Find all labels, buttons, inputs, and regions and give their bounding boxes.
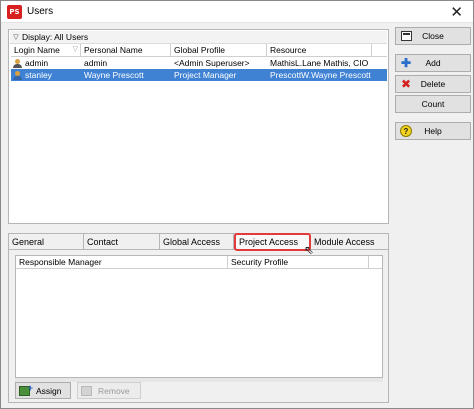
tab-contact[interactable]: Contact	[84, 234, 160, 250]
close-button[interactable]: Close	[395, 27, 471, 45]
tab-global-access[interactable]: Global Access	[160, 234, 234, 250]
help-button[interactable]: ? Help	[395, 122, 471, 140]
global-profile-cell: Project Manager	[174, 70, 237, 80]
tab-project-access[interactable]: Project Access ⇖	[234, 233, 314, 257]
count-button[interactable]: Count	[395, 95, 471, 113]
tab-bar: General Contact Global Access Project Ac…	[9, 233, 388, 257]
app-logo-icon: PS	[7, 5, 22, 19]
assign-button[interactable]: Assign	[15, 382, 71, 399]
project-access-header: Responsible Manager Security Profile	[16, 256, 382, 269]
users-table-header: Login Name ▽ Personal Name Global Profil…	[11, 44, 387, 57]
table-row[interactable]: admin admin <Admin Superuser> MathisL.La…	[11, 57, 387, 69]
login-cell: stanley	[11, 69, 81, 81]
users-list-panel: ▽ Display: All Users Login Name ▽ Person…	[8, 29, 389, 224]
column-header-security-profile[interactable]: Security Profile	[228, 256, 369, 268]
delete-button[interactable]: ✖ Delete	[395, 75, 471, 93]
add-button[interactable]: ✚ Add	[395, 54, 471, 72]
column-header-resource[interactable]: Resource	[267, 44, 372, 56]
user-icon	[13, 70, 22, 80]
login-cell: admin	[11, 57, 81, 69]
user-details-panel: General Contact Global Access Project Ac…	[8, 233, 389, 403]
users-window: PS Users ✕ ▽ Display: All Users Login Na…	[0, 0, 474, 409]
assign-icon	[19, 383, 33, 396]
column-header-personal-name[interactable]: Personal Name	[81, 44, 171, 56]
column-header-login-name[interactable]: Login Name ▽	[11, 44, 81, 56]
global-profile-cell: <Admin Superuser>	[174, 58, 250, 68]
window-title: Users	[27, 6, 54, 17]
personal-name-cell: admin	[84, 58, 108, 68]
plus-icon: ✚	[400, 56, 412, 70]
title-bar: PS Users ✕	[1, 1, 473, 23]
users-table: Login Name ▽ Personal Name Global Profil…	[11, 44, 387, 81]
delete-x-icon: ✖	[400, 77, 412, 91]
column-header-responsible-manager[interactable]: Responsible Manager	[16, 256, 228, 268]
tab-general[interactable]: General	[9, 234, 84, 250]
chevron-down-icon[interactable]: ▽	[10, 33, 22, 41]
user-icon	[13, 58, 22, 68]
table-row-selected[interactable]: stanley Wayne Prescott Project Manager P…	[11, 69, 387, 81]
resource-cell: MathisL.Lane Mathis, CIO	[270, 58, 369, 68]
display-group-header[interactable]: ▽ Display: All Users	[10, 31, 387, 44]
remove-icon	[81, 385, 92, 396]
help-icon: ?	[400, 125, 412, 137]
resource-cell: PrescottW.Wayne Prescott	[270, 70, 371, 80]
filter-icon[interactable]: ▽	[73, 44, 78, 56]
column-header-global-profile[interactable]: Global Profile	[171, 44, 267, 56]
remove-button[interactable]: Remove	[77, 382, 141, 399]
personal-name-cell: Wayne Prescott	[84, 70, 144, 80]
display-group-label: Display: All Users	[22, 32, 89, 42]
close-window-icon	[400, 30, 412, 42]
tab-module-access[interactable]: Module Access	[311, 234, 388, 250]
project-access-table: Responsible Manager Security Profile	[15, 255, 383, 378]
window-close-icon[interactable]: ✕	[450, 3, 463, 21]
